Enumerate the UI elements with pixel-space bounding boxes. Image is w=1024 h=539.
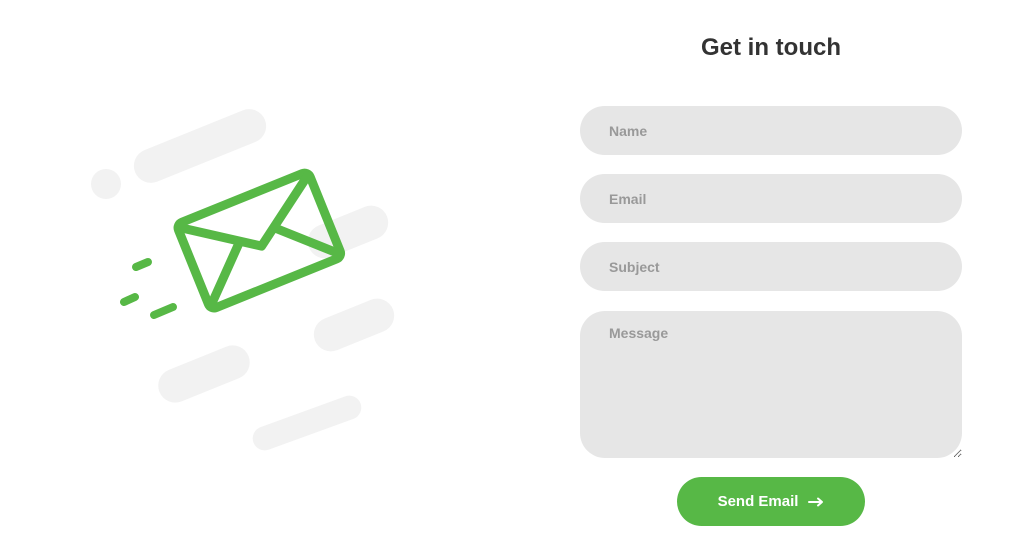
streak-lower-right xyxy=(313,298,395,352)
speed-dashes xyxy=(120,258,177,319)
streak-top xyxy=(133,109,267,183)
speed-dash xyxy=(150,303,177,319)
streak-mid-right xyxy=(307,205,389,259)
name-input[interactable] xyxy=(580,106,962,155)
contact-page: Get in touch Send Email xyxy=(0,0,1024,539)
motion-streaks xyxy=(91,109,395,451)
subject-input[interactable] xyxy=(580,242,962,291)
flying-envelope-graphic xyxy=(91,109,395,451)
email-input[interactable] xyxy=(580,174,962,223)
streak-lower-left xyxy=(158,345,250,403)
speed-dash xyxy=(132,258,152,271)
streak-dot xyxy=(91,169,121,199)
form-title: Get in touch xyxy=(701,34,841,61)
envelope-icon xyxy=(173,168,346,313)
contact-illustration xyxy=(80,95,410,455)
send-email-button[interactable]: Send Email xyxy=(677,477,865,526)
speed-dash xyxy=(120,293,139,306)
message-textarea[interactable] xyxy=(580,311,962,458)
contact-form: Get in touch Send Email xyxy=(580,0,962,539)
streak-bottom xyxy=(252,395,362,451)
arrow-right-icon xyxy=(808,497,824,506)
send-email-label: Send Email xyxy=(717,493,799,510)
